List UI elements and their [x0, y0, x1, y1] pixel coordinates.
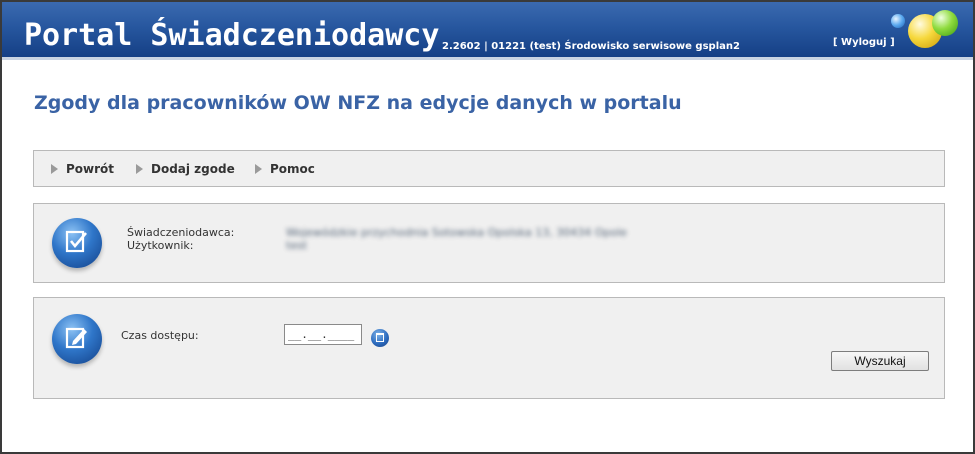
calendar-icon[interactable] — [371, 329, 389, 347]
document-edit-icon — [52, 314, 102, 364]
user-label: Użytkownik: — [127, 239, 194, 252]
app-window: Portal Świadczeniodawcy 2.2602 | 01221 (… — [0, 0, 975, 454]
version-info: 2.2602 | 01221 (test) Środowisko serwiso… — [442, 41, 740, 52]
access-date-input[interactable] — [284, 324, 362, 345]
toolbar-back-button[interactable]: Powrót — [51, 161, 114, 177]
toolbar-back-label: Powrót — [66, 162, 115, 176]
page-title: Zgody dla pracowników OW NFZ na edycje d… — [34, 92, 682, 114]
info-panel: Świadczeniodawca: Użytkownik: Wojewódzki… — [33, 203, 945, 283]
search-button[interactable]: Wyszukaj — [831, 351, 929, 371]
toolbar-add-consent-button[interactable]: Dodaj zgode — [136, 161, 235, 177]
green-ball-icon — [932, 10, 958, 36]
arrow-right-icon — [136, 164, 143, 174]
provider-value: Wojewódzkie przychodnia Sotowska Opolska… — [286, 226, 627, 239]
arrow-right-icon — [255, 164, 262, 174]
toolbar-help-button[interactable]: Pomoc — [255, 161, 315, 177]
header-bar: Portal Świadczeniodawcy 2.2602 | 01221 (… — [2, 2, 973, 60]
toolbar-add-consent-label: Dodaj zgode — [151, 162, 235, 176]
portal-title: Portal Świadczeniodawcy — [24, 18, 440, 53]
toolbar: Powrót Dodaj zgode Pomoc — [33, 150, 945, 187]
arrow-right-icon — [51, 164, 58, 174]
access-time-label: Czas dostępu: — [121, 329, 199, 342]
toolbar-help-label: Pomoc — [270, 162, 315, 176]
calendar-glyph — [376, 333, 384, 342]
provider-label: Świadczeniodawca: — [127, 226, 235, 239]
blue-ball-icon — [891, 14, 905, 28]
search-panel: Czas dostępu: Wyszukaj — [33, 297, 945, 399]
logo-balls-icon — [886, 8, 973, 57]
document-check-icon — [52, 218, 102, 268]
provider-value-line2: test — [286, 239, 308, 252]
